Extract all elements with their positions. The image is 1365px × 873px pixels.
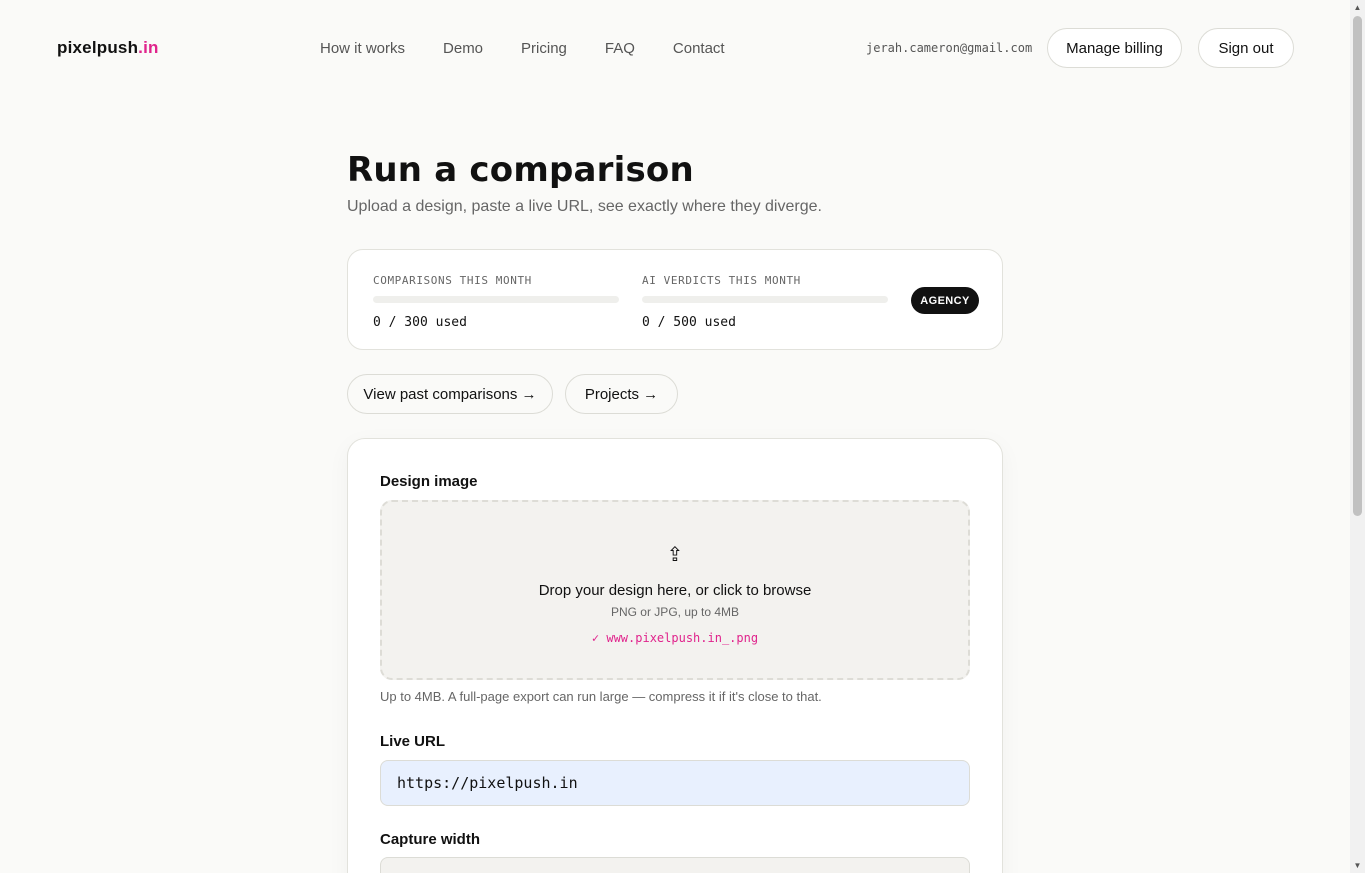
ai-verdicts-usage-label: AI VERDICTS THIS MONTH [642,274,801,287]
comparisons-usage: COMPARISONS THIS MONTH 0 / 300 used [373,274,619,330]
nav-contact[interactable]: Contact [673,40,725,57]
selected-file-name: ✓ www.pixelpush.in_.png [591,631,759,645]
dropzone-subtitle: PNG or JPG, up to 4MB [610,605,740,619]
capture-width-select[interactable] [380,857,970,873]
page-scrollbar[interactable]: ▲ ▼ [1350,0,1365,873]
plan-badge: AGENCY [911,287,979,314]
manage-billing-button[interactable]: Manage billing [1047,28,1182,68]
nav-how-it-works[interactable]: How it works [320,40,405,57]
comparisons-usage-label: COMPARISONS THIS MONTH [373,274,532,287]
sign-out-button[interactable]: Sign out [1198,28,1294,68]
scroll-thumb[interactable] [1353,16,1362,516]
upload-icon: ⇪ [666,544,684,566]
page-title: Run a comparison [347,150,694,190]
comparisons-progress-bar [373,296,619,303]
dropzone-title: Drop your design here, or click to brows… [538,582,812,599]
ai-verdicts-progress-bar [642,296,888,303]
view-past-comparisons-button[interactable]: View past comparisons → [347,374,553,414]
logo[interactable]: pixelpush.in [57,38,159,58]
capture-width-label: Capture width [380,831,480,848]
nav-pricing[interactable]: Pricing [521,40,567,57]
live-url-label: Live URL [380,733,446,750]
nav-faq[interactable]: FAQ [605,40,635,57]
ai-verdicts-usage-value: 0 / 500 used [642,315,736,330]
design-dropzone[interactable]: ⇪ Drop your design here, or click to bro… [380,500,970,680]
logo-name: pixelpush [57,38,139,57]
main-nav: How it works Demo Pricing FAQ Contact [320,40,725,57]
scroll-down-icon[interactable]: ▼ [1350,858,1365,873]
ai-verdicts-usage: AI VERDICTS THIS MONTH 0 / 500 used [642,274,888,330]
live-url-input[interactable] [380,760,970,806]
projects-button[interactable]: Projects → [565,374,678,414]
comparison-form: Design image ⇪ Drop your design here, or… [347,438,1003,873]
comparisons-usage-value: 0 / 300 used [373,315,467,330]
account-email: jerah.cameron@gmail.com [866,41,1033,55]
design-image-label: Design image [380,473,478,490]
page-subtitle: Upload a design, paste a live URL, see e… [347,198,822,215]
logo-suffix: .in [138,38,159,57]
design-image-helper: Up to 4MB. A full-page export can run la… [380,689,822,704]
usage-card: COMPARISONS THIS MONTH 0 / 300 used AI V… [347,249,1003,350]
site-header: pixelpush.in How it works Demo Pricing F… [0,0,1350,96]
scroll-up-icon[interactable]: ▲ [1350,0,1365,15]
nav-demo[interactable]: Demo [443,40,483,57]
